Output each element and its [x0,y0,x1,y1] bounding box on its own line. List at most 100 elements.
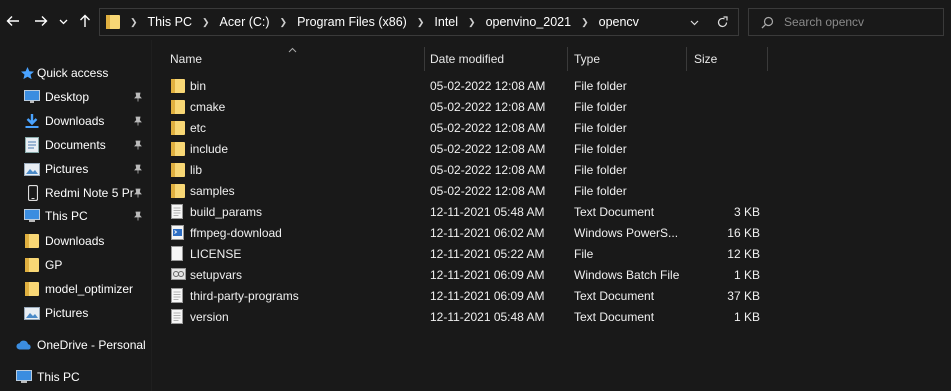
file-type: Text Document [574,205,655,219]
file-type: File folder [574,163,627,177]
folder-icon [171,78,187,94]
file-row[interactable]: ffmpeg-download 12-11-2021 06:02 AM Window… [163,223,773,244]
file-row[interactable]: etc 05-02-2022 12:08 AM File folder [163,118,773,139]
breadcrumb-this-pc[interactable]: This PC [148,15,192,29]
address-bar[interactable]: ❯ This PC ❯ Acer (C:) ❯ Program Files (x… [99,8,739,36]
file-size: 16 KB [727,226,760,240]
sidebar-item-label: Desktop [45,90,90,104]
file-date: 12-11-2021 06:09 AM [430,289,545,303]
file-name: version [190,310,229,324]
recent-locations-button[interactable] [55,8,71,34]
column-divider[interactable] [686,47,687,71]
back-arrow-icon [6,16,19,26]
file-size [693,76,760,97]
chevron-down-icon [690,20,698,25]
file-row[interactable]: setupvars 12-11-2021 06:09 AM Windows Batc… [163,265,773,286]
breadcrumb-separator[interactable]: ❯ [581,17,589,28]
refresh-button[interactable] [706,15,738,29]
breadcrumb-separator[interactable]: ❯ [468,17,476,28]
file-row[interactable]: build_params 12-11-2021 05:48 AM Text Docu… [163,202,773,223]
column-header-label: Name [170,52,203,66]
sidebar-item-desktop[interactable]: Desktop [0,86,150,108]
file-date: 12-11-2021 05:48 AM [430,205,545,219]
breadcrumb-openvino[interactable]: openvino_2021 [486,15,572,29]
column-divider[interactable] [567,47,568,71]
sidebar-item-pictures-2[interactable]: Pictures [0,302,150,324]
refresh-icon [717,15,728,27]
column-header-label: Size [694,52,718,66]
address-dropdown-button[interactable] [682,18,706,27]
file-row[interactable]: version 12-11-2021 05:48 AM Text Document 1… [163,307,773,328]
file-row[interactable]: bin 05-02-2022 12:08 AM File folder [163,76,773,97]
sidebar-item-pictures[interactable]: Pictures [0,158,150,180]
column-divider[interactable] [767,47,768,71]
file-date: 12-11-2021 05:48 AM [430,310,545,324]
documents-icon [24,137,40,153]
file-type: File folder [574,100,627,114]
breadcrumb-drive[interactable]: Acer (C:) [220,15,270,29]
up-button[interactable] [74,8,96,34]
back-button[interactable] [2,8,24,34]
column-header-name[interactable]: Name [170,47,420,71]
column-header-date[interactable]: Date modified [430,47,565,71]
file-type: File folder [574,184,627,198]
forward-button[interactable] [30,8,52,34]
sidebar-item-this-pc[interactable]: This PC [0,366,150,388]
file-size [693,139,760,160]
breadcrumb-separator[interactable]: ❯ [417,17,425,28]
sidebar-item-gp[interactable]: GP [0,254,150,276]
file-row[interactable]: include 05-02-2022 12:08 AM File folder [163,139,773,160]
column-header-type[interactable]: Type [574,47,684,71]
sidebar-item-label: Pictures [45,162,89,176]
star-icon [19,65,35,81]
file-date: 12-11-2021 06:09 AM [430,268,545,282]
file-size [693,97,760,118]
file-type: File folder [574,142,627,156]
sidebar-item-model-optimizer[interactable]: model_optimizer [0,278,150,300]
sidebar-quick-access[interactable]: Quick access [0,62,150,84]
file-name: cmake [190,100,226,114]
file-size [693,160,760,181]
file-date: 12-11-2021 06:02 AM [430,226,545,240]
breadcrumb-separator[interactable]: ❯ [280,17,288,28]
sidebar-item-this-pc-pinned[interactable]: This PC [0,205,150,227]
file-date: 12-11-2021 05:22 AM [430,247,545,261]
folder-icon [171,141,187,157]
breadcrumb-separator[interactable]: ❯ [202,17,210,28]
folder-icon [171,162,187,178]
file-name: bin [190,79,207,93]
sidebar-item-label: Pictures [45,306,89,320]
file-size [693,118,760,139]
sidebar-item-onedrive[interactable]: OneDrive - Personal [0,334,150,356]
file-name: include [190,142,229,156]
breadcrumb-program-files[interactable]: Program Files (x86) [297,15,407,29]
phone-icon [25,185,41,201]
sidebar-item-downloads-folder[interactable]: Downloads [0,230,150,252]
file-row[interactable]: samples 05-02-2022 12:08 AM File folder [163,181,773,202]
column-divider[interactable] [424,47,425,71]
file-size: 1 KB [733,268,760,282]
breadcrumb-intel[interactable]: Intel [434,15,458,29]
pin-icon [134,211,142,221]
file-date: 05-02-2022 12:08 AM [430,184,546,198]
file-name: ffmpeg-download [190,226,282,240]
file-row[interactable]: cmake 05-02-2022 12:08 AM File folder [163,97,773,118]
download-icon [24,113,40,129]
sidebar-item-downloads[interactable]: Downloads [0,110,150,132]
file-name: LICENSE [190,247,242,261]
sidebar-item-label: GP [45,258,63,272]
sidebar-item-documents[interactable]: Documents [0,134,150,156]
sidebar-item-redmi[interactable]: Redmi Note 5 Pr [0,182,150,204]
pane-divider[interactable] [151,40,152,391]
file-row[interactable]: third-party-programs 12-11-2021 06:09 AM T… [163,286,773,307]
sidebar-item-label: Downloads [45,234,105,248]
chevron-down-icon [59,19,67,24]
column-header-size[interactable]: Size [694,47,764,71]
search-box[interactable]: Search opencv [748,8,944,36]
sidebar-item-label: Redmi Note 5 Pr [45,186,134,200]
breadcrumb-opencv[interactable]: opencv [599,15,639,29]
pc-icon [16,369,32,385]
file-icon [171,246,187,262]
file-row[interactable]: lib 05-02-2022 12:08 AM File folder [163,160,773,181]
file-row[interactable]: LICENSE 12-11-2021 05:22 AM File 12 KB [163,244,773,265]
